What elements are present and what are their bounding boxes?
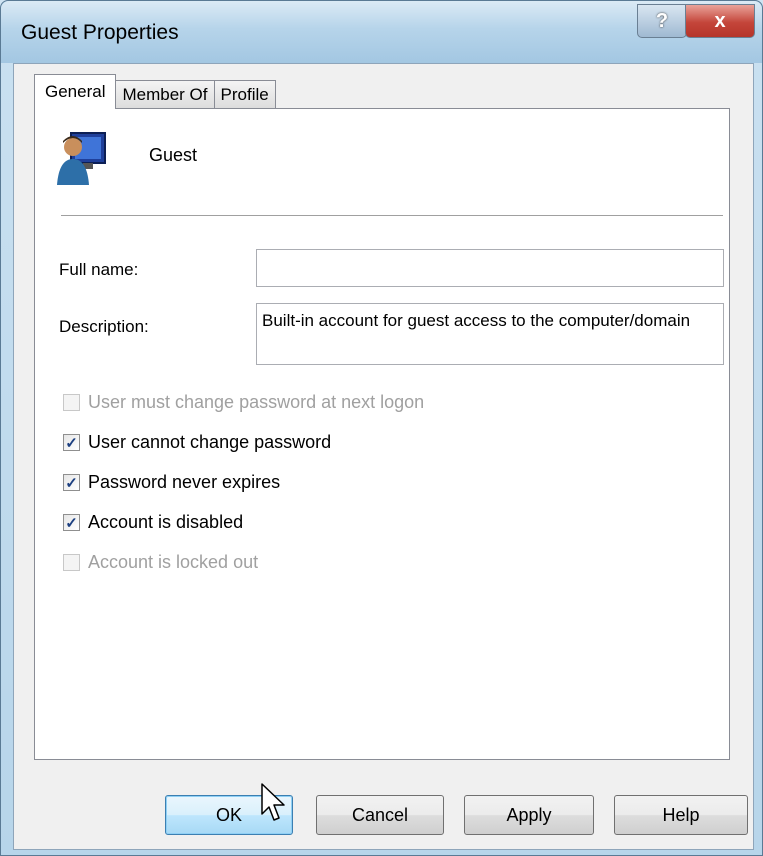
account-locked-out-option[interactable]: Account is locked out (63, 552, 258, 573)
general-tab-panel: Guest Full name: Description: Built-in a… (34, 108, 730, 760)
account-disabled-checkbox[interactable]: ✓ (63, 514, 80, 532)
separator (61, 215, 723, 217)
account-disabled-option[interactable]: ✓ Account is disabled (63, 512, 243, 533)
account-locked-out-checkbox[interactable] (63, 554, 80, 571)
password-never-expires-option[interactable]: ✓ Password never expires (63, 472, 280, 493)
password-never-expires-label: Password never expires (88, 472, 281, 492)
user-monitor-icon (57, 132, 106, 185)
cannot-change-password-label: User cannot change password (88, 432, 332, 452)
account-disabled-label: Account is disabled (88, 512, 244, 532)
cannot-change-password-option[interactable]: ✓ User cannot change password (63, 432, 331, 453)
full-name-label: Full name: (59, 260, 139, 279)
must-change-password-label: User must change password at next logon (88, 392, 425, 412)
full-name-field[interactable] (256, 249, 724, 287)
account-locked-out-label: Account is locked out (88, 552, 259, 572)
cannot-change-password-checkbox[interactable]: ✓ (63, 434, 80, 452)
tab-general[interactable]: General (34, 74, 117, 109)
close-button[interactable]: x (685, 4, 755, 38)
tab-member-of[interactable]: Member Of (115, 80, 215, 109)
password-never-expires-checkbox[interactable]: ✓ (63, 474, 80, 492)
user-name: Guest (149, 145, 198, 165)
tab-profile[interactable]: Profile (213, 80, 276, 109)
apply-button[interactable]: Apply (464, 795, 594, 835)
title-bar[interactable]: Guest Properties ? x (1, 1, 762, 63)
must-change-password-checkbox[interactable] (63, 394, 80, 411)
help-caption-button[interactable]: ? (637, 4, 687, 38)
guest-properties-dialog: Guest Properties ? x General Member Of P… (0, 0, 763, 856)
cancel-button[interactable]: Cancel (316, 795, 444, 835)
help-button[interactable]: Help (614, 795, 748, 835)
description-label: Description: (59, 317, 149, 336)
mouse-cursor-icon (261, 783, 285, 821)
description-field[interactable]: Built-in account for guest access to the… (256, 303, 724, 365)
tab-strip: General Member Of Profile (34, 74, 276, 109)
dialog-client-area: General Member Of Profile Guest Full nam… (13, 63, 754, 850)
must-change-password-option[interactable]: User must change password at next logon (63, 392, 424, 413)
window-title: Guest Properties (21, 21, 179, 44)
